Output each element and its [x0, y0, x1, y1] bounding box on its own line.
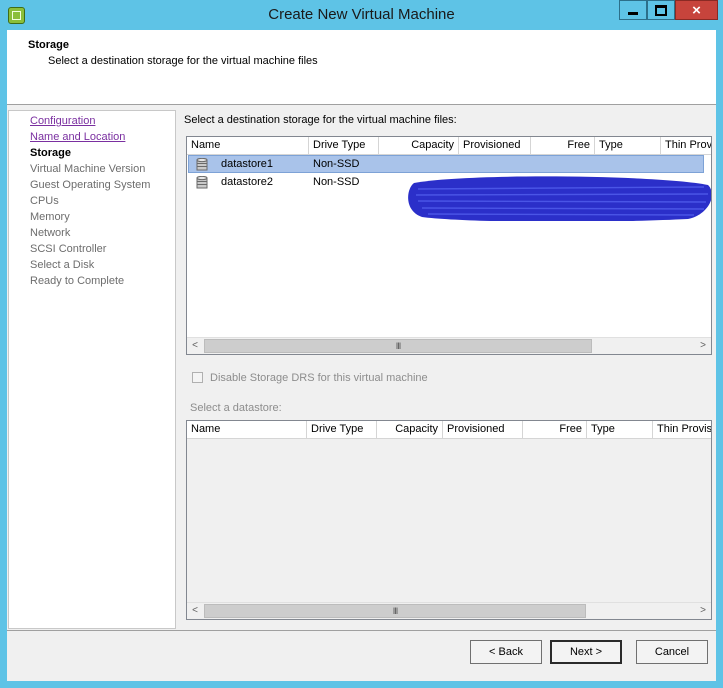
table-header: Name Drive Type Capacity Provisioned Fre… — [187, 421, 711, 439]
footer-divider — [7, 630, 716, 631]
step-ready-to-complete: Ready to Complete — [30, 275, 125, 287]
minimize-icon — [628, 11, 638, 15]
step-virtual-machine-version: Virtual Machine Version — [30, 163, 146, 175]
step-storage: Storage — [30, 147, 71, 159]
scroll-thumb[interactable]: III — [204, 339, 592, 353]
disable-drs-label: Disable Storage DRS for this virtual mac… — [210, 372, 428, 384]
step-name-and-location[interactable]: Name and Location — [30, 131, 125, 143]
column-header-provisioned[interactable]: Provisioned — [443, 421, 523, 438]
drive-type: Non-SSD — [313, 176, 360, 188]
close-icon: × — [692, 1, 701, 19]
column-header-capacity[interactable]: Capacity — [377, 421, 443, 438]
maximize-icon — [655, 4, 667, 16]
column-header-type[interactable]: Type — [595, 137, 661, 154]
scroll-right-icon[interactable]: > — [695, 338, 711, 354]
datastore-icon — [196, 176, 208, 189]
minimize-button[interactable] — [619, 0, 647, 20]
scroll-thumb[interactable]: III — [204, 604, 586, 618]
column-header-capacity[interactable]: Capacity — [379, 137, 459, 154]
column-header-provisioned[interactable]: Provisioned — [459, 137, 531, 154]
scroll-left-icon[interactable]: < — [187, 338, 203, 354]
next-button[interactable]: Next > — [550, 640, 622, 664]
window-title: Create New Virtual Machine — [268, 6, 455, 23]
cancel-button[interactable]: Cancel — [636, 640, 708, 664]
column-header-name[interactable]: Name — [187, 421, 307, 438]
step-scsi-controller: SCSI Controller — [30, 243, 107, 255]
maximize-button[interactable] — [647, 0, 675, 20]
scroll-left-icon[interactable]: < — [187, 603, 203, 619]
close-button[interactable]: × — [675, 0, 718, 20]
dialog-body: Storage Select a destination storage for… — [7, 30, 716, 681]
select-datastore-label: Select a datastore: — [190, 402, 282, 414]
column-header-thin-provis[interactable]: Thin Provis — [653, 421, 711, 438]
title-bar: Create New Virtual Machine × — [0, 0, 723, 30]
back-button[interactable]: < Back — [470, 640, 542, 664]
step-cpus: CPUs — [30, 195, 59, 207]
horizontal-scrollbar[interactable]: < III > — [187, 602, 711, 619]
table-header: Name Drive Type Capacity Provisioned Fre… — [187, 137, 711, 155]
storage-table: Name Drive Type Capacity Provisioned Fre… — [186, 136, 712, 355]
table-row[interactable]: datastore1 Non-SSD — [187, 155, 711, 173]
step-network: Network — [30, 227, 71, 239]
column-header-drive-type[interactable]: Drive Type — [309, 137, 379, 154]
datastore-table: Name Drive Type Capacity Provisioned Fre… — [186, 420, 712, 620]
step-guest-operating-system: Guest Operating System — [30, 179, 151, 191]
scroll-right-icon[interactable]: > — [695, 603, 711, 619]
step-select-a-disk: Select a Disk — [30, 259, 95, 271]
column-header-free[interactable]: Free — [523, 421, 587, 438]
storage-table-label: Select a destination storage for the vir… — [184, 114, 457, 126]
disable-drs-checkbox[interactable] — [192, 372, 203, 383]
datastore-icon — [196, 158, 208, 171]
column-header-name[interactable]: Name — [187, 137, 309, 154]
column-header-type[interactable]: Type — [587, 421, 653, 438]
horizontal-scrollbar[interactable]: < III > — [187, 337, 711, 354]
wizard-steps-panel: Configuration Name and Location Storage … — [8, 110, 176, 629]
redaction-scribble — [408, 176, 711, 221]
wizard-header: Storage Select a destination storage for… — [7, 30, 716, 105]
column-header-thin-prov[interactable]: Thin Prov — [661, 137, 711, 154]
column-header-drive-type[interactable]: Drive Type — [307, 421, 377, 438]
storage-content: Select a destination storage for the vir… — [183, 110, 713, 627]
datastore-name: datastore2 — [221, 176, 273, 188]
drive-type: Non-SSD — [313, 158, 360, 170]
step-memory: Memory — [30, 211, 70, 223]
column-header-free[interactable]: Free — [531, 137, 595, 154]
datastore-name: datastore1 — [221, 158, 273, 170]
step-configuration[interactable]: Configuration — [30, 115, 95, 127]
page-title: Storage — [28, 39, 69, 51]
page-subtitle: Select a destination storage for the vir… — [48, 55, 318, 67]
